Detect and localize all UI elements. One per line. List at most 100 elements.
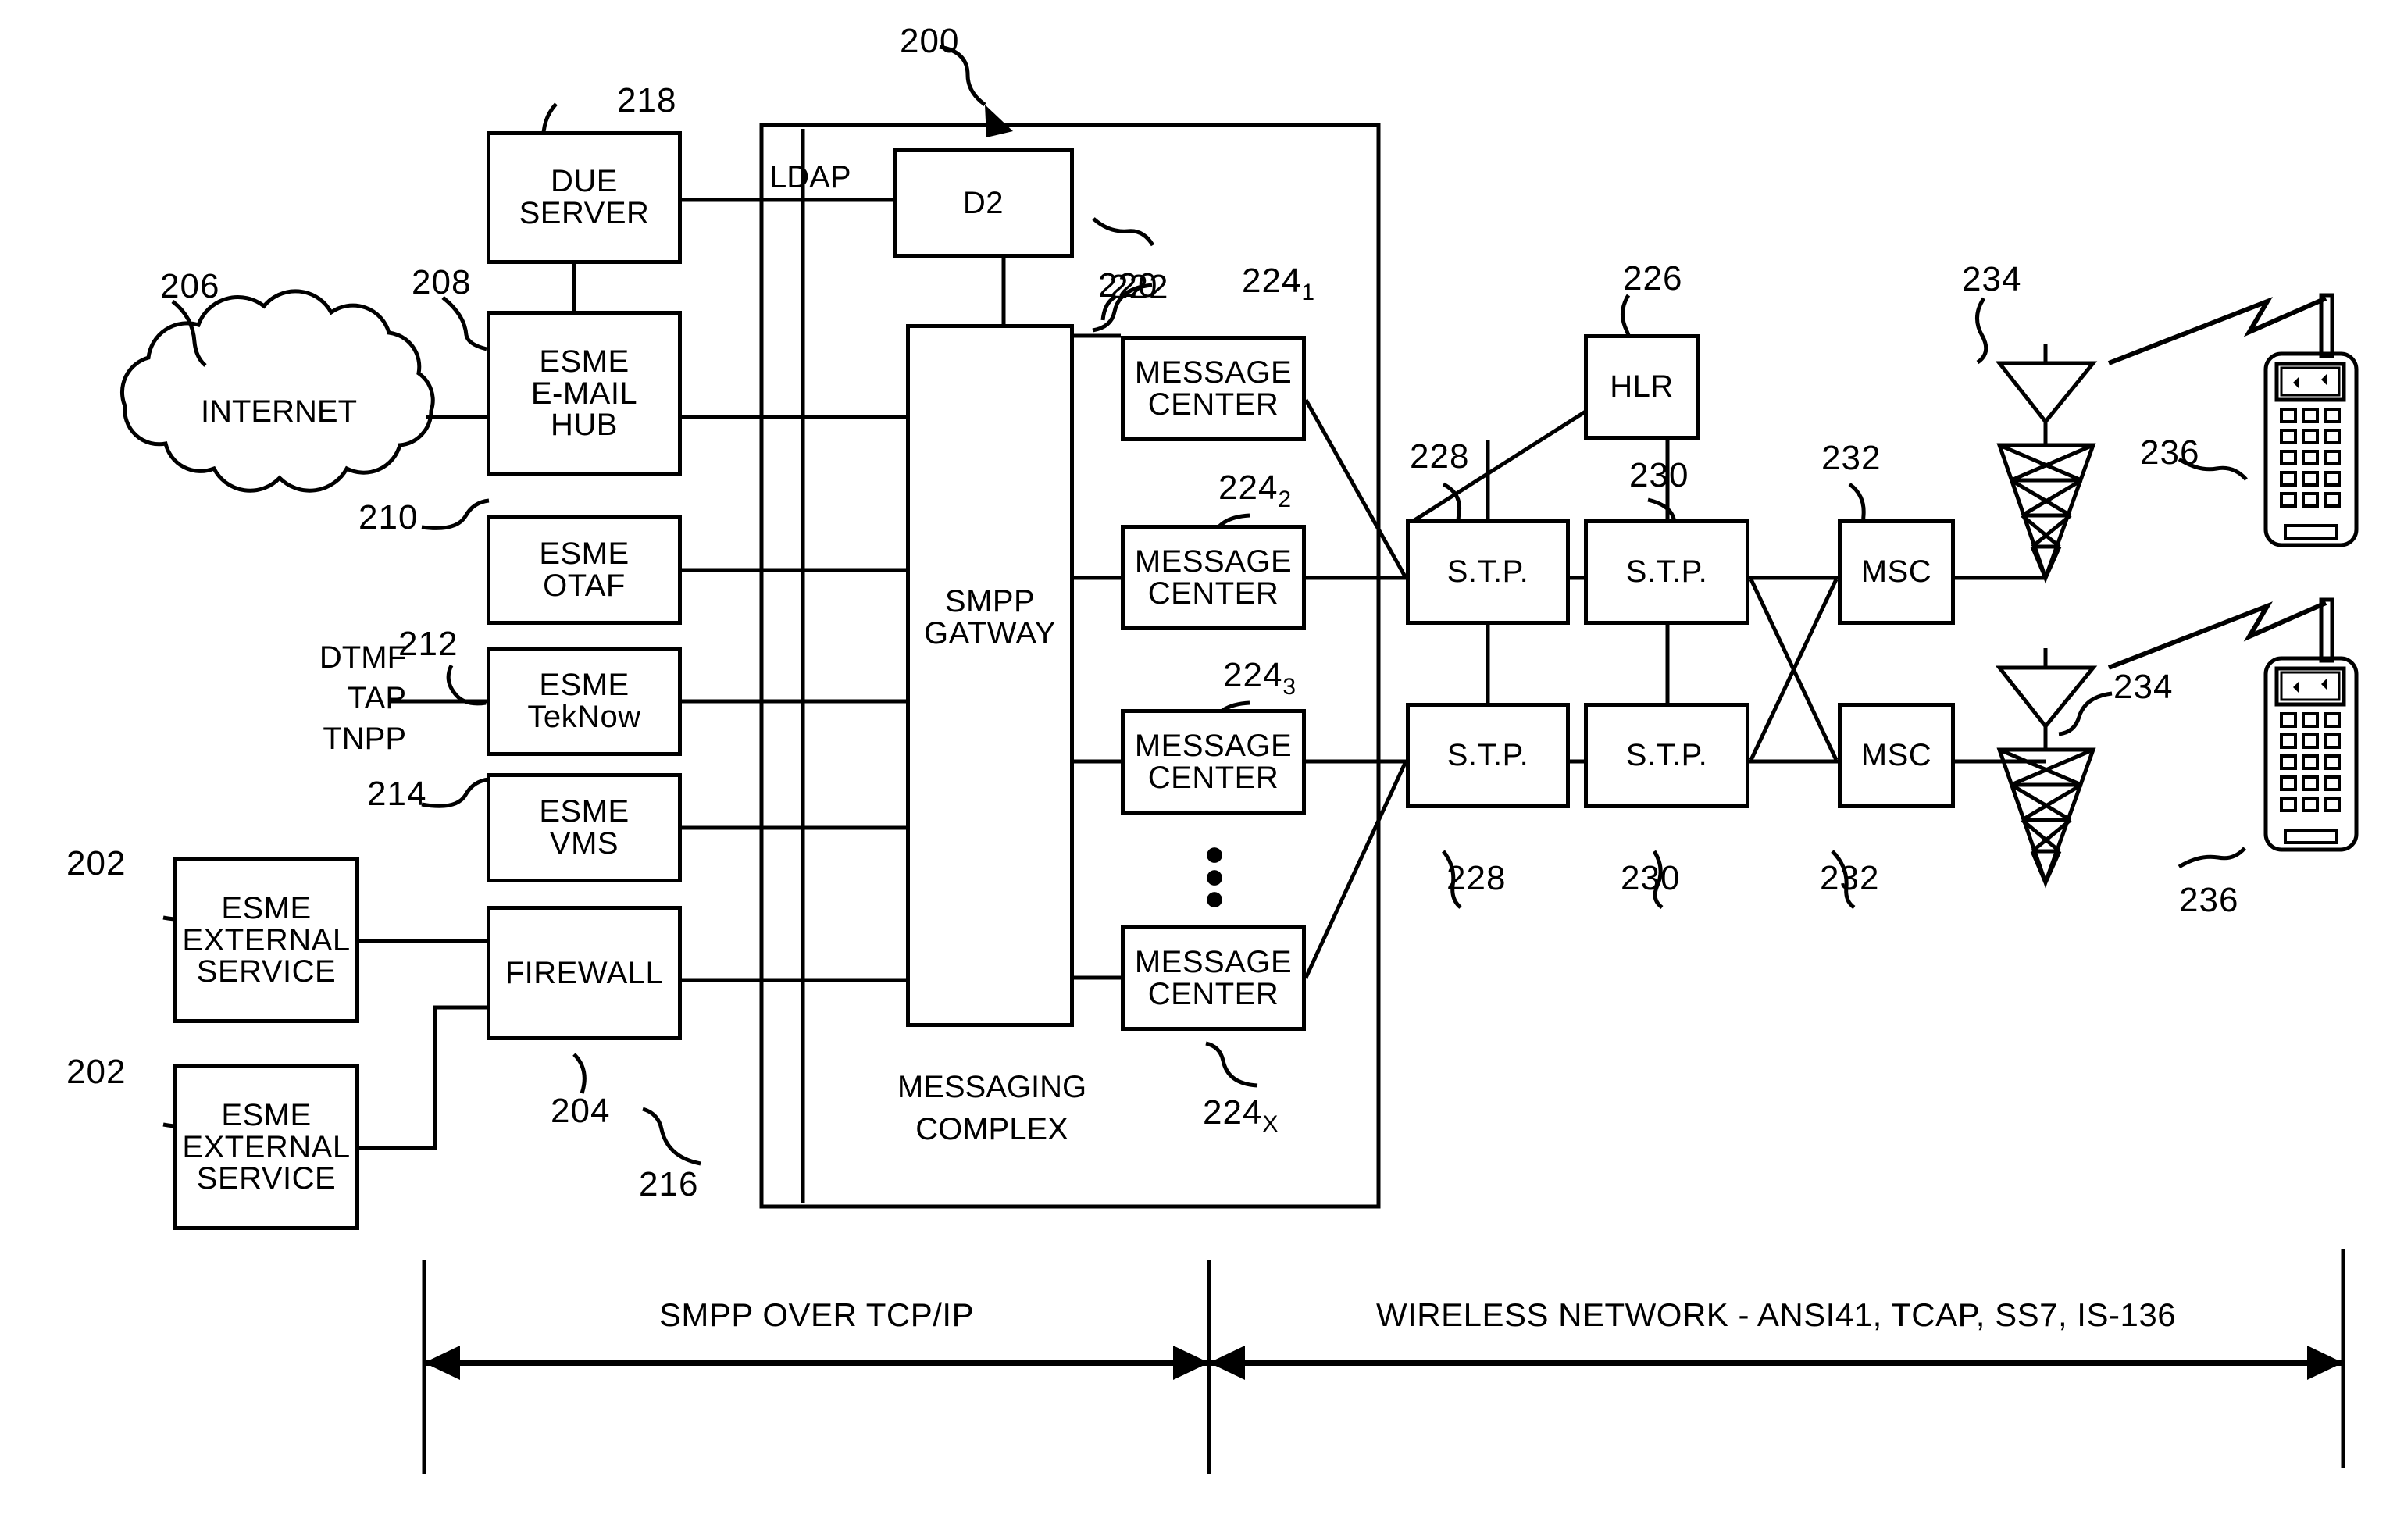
- firewall-node[interactable]: FIREWALL: [487, 906, 682, 1040]
- ref-232-top: 232: [1821, 439, 1881, 477]
- protocol-legend-lines: [422, 1249, 2345, 1474]
- smpp-gateway-label-1: SMPP: [944, 584, 1036, 618]
- ref-222: 222: [1109, 268, 1169, 306]
- esme-ext-2-label-3: SERVICE: [196, 1161, 337, 1196]
- messaging-complex-label-2: COMPLEX: [915, 1112, 1068, 1146]
- ref-202-a: 202: [66, 844, 127, 882]
- msc-top-label: MSC: [1860, 554, 1932, 590]
- d2-node[interactable]: D2: [893, 148, 1074, 258]
- legend-wireless-network: WIRELESS NETWORK - ANSI41, TCAP, SS7, IS…: [1375, 1296, 2177, 1333]
- ref-232-bottom: 232: [1820, 859, 1880, 897]
- handset-top-mic: [2284, 524, 2338, 540]
- due-server-label-2: SERVER: [519, 196, 650, 230]
- esme-otaf-label-1: ESME: [539, 537, 630, 572]
- esme-otaf-node[interactable]: ESME OTAF: [487, 515, 682, 625]
- ref-236-top: 236: [2140, 433, 2200, 472]
- stp-228-top-label: S.T.P.: [1446, 554, 1529, 590]
- legend-smpp-over-tcpip: SMPP OVER TCP/IP: [658, 1296, 975, 1333]
- ref-224-2: 2242: [1218, 469, 1292, 512]
- stp-230-top-node[interactable]: S.T.P.: [1584, 519, 1749, 625]
- esme-email-hub-label-1: ESME: [539, 344, 630, 379]
- message-center-2-label-2: CENTER: [1147, 576, 1279, 611]
- due-server-node[interactable]: DUE SERVER: [487, 131, 682, 264]
- handset-top-keypad: [2280, 408, 2341, 508]
- esme-vms-node[interactable]: ESME VMS: [487, 773, 682, 882]
- message-center-x-node[interactable]: MESSAGE CENTER: [1121, 925, 1306, 1031]
- ref-226: 226: [1623, 259, 1683, 298]
- hlr-node[interactable]: HLR: [1584, 334, 1700, 440]
- link-mc1-stp-diag: [1304, 398, 1408, 579]
- ref-214: 214: [367, 775, 427, 813]
- msc-bottom-node[interactable]: MSC: [1838, 703, 1955, 808]
- ref-218: 218: [617, 81, 677, 119]
- ref-206: 206: [160, 267, 220, 305]
- ref-224-x-base: 224: [1203, 1093, 1263, 1132]
- ref-224-3: 2243: [1223, 656, 1297, 700]
- esme-teknow-node[interactable]: ESME TekNow: [487, 647, 682, 756]
- dtmf-label: DTMF: [319, 640, 406, 675]
- handset-top-antenna: [2319, 293, 2334, 358]
- handset-top-screen-inner: [2280, 366, 2341, 397]
- firewall-label: FIREWALL: [505, 955, 664, 990]
- stp-228-bottom-label: S.T.P.: [1446, 738, 1529, 773]
- ref-224-2-base: 224: [1218, 469, 1279, 507]
- esme-vms-label-1: ESME: [539, 794, 630, 829]
- internet-cloud-shape: [119, 289, 435, 493]
- ldap-label: LDAP: [769, 160, 851, 194]
- message-center-x-label-2: CENTER: [1147, 976, 1279, 1011]
- hlr-label: HLR: [1610, 369, 1674, 405]
- smpp-gateway-label-2: GATWAY: [924, 615, 1056, 651]
- patent-figure: DUE SERVER D2 ESME E-MAIL HUB ESME OTAF …: [0, 0, 2404, 1540]
- message-center-1-label-2: CENTER: [1147, 387, 1279, 422]
- message-center-2-node[interactable]: MESSAGE CENTER: [1121, 525, 1306, 630]
- ref-228-top: 228: [1410, 437, 1470, 476]
- esme-ext-1-label-1: ESME: [221, 890, 312, 925]
- message-center-3-node[interactable]: MESSAGE CENTER: [1121, 709, 1306, 815]
- ref-224-2-sub: 2: [1278, 487, 1293, 512]
- tower-top-antenna: [1995, 361, 2098, 426]
- d2-label: D2: [962, 185, 1004, 220]
- smpp-gateway-node[interactable]: SMPP GATWAY: [906, 324, 1074, 1027]
- msc-top-node[interactable]: MSC: [1838, 519, 1955, 625]
- handset-bottom-keypad: [2280, 712, 2341, 812]
- esme-email-hub-label-2: E-MAIL: [530, 376, 638, 411]
- ref-236-bottom: 236: [2179, 881, 2239, 919]
- ref-216: 216: [639, 1165, 699, 1203]
- tap-label: TAP: [348, 681, 406, 715]
- message-center-1-node[interactable]: MESSAGE CENTER: [1121, 336, 1306, 441]
- link-ext2-firewall: [359, 1005, 487, 1150]
- stp-230-top-label: S.T.P.: [1625, 554, 1708, 590]
- msc-bottom-label: MSC: [1860, 738, 1932, 773]
- esme-external-service-2-node[interactable]: ESME EXTERNAL SERVICE: [173, 1064, 359, 1230]
- ref-208: 208: [412, 263, 472, 301]
- system-ref-arrow: [985, 105, 1013, 137]
- ref-224-1-base: 224: [1242, 262, 1302, 300]
- esme-email-hub-node[interactable]: ESME E-MAIL HUB: [487, 311, 682, 476]
- handset-bottom-screen-inner: [2280, 671, 2341, 701]
- esme-ext-1-label-3: SERVICE: [196, 954, 337, 989]
- stp-230-bottom-node[interactable]: S.T.P.: [1584, 703, 1749, 808]
- esme-ext-2-label-2: EXTERNAL: [182, 1129, 351, 1164]
- internet-label: INTERNET: [201, 394, 357, 429]
- ref-224-1-sub: 1: [1301, 280, 1316, 305]
- ref-224-x: 224X: [1203, 1093, 1279, 1137]
- message-center-2-label-1: MESSAGE: [1134, 544, 1293, 579]
- ref-200: 200: [900, 22, 960, 60]
- stp-228-bottom-node[interactable]: S.T.P.: [1406, 703, 1570, 808]
- ref-228-bottom: 228: [1446, 859, 1507, 897]
- message-center-3-label-1: MESSAGE: [1134, 728, 1293, 763]
- ref-204: 204: [551, 1092, 611, 1130]
- ref-224-3-base: 224: [1223, 656, 1283, 694]
- messaging-complex-label-1: MESSAGING: [897, 1070, 1087, 1104]
- ref-234-bottom: 234: [2113, 668, 2174, 706]
- esme-teknow-label-1: ESME: [539, 668, 630, 703]
- ref-230-top: 230: [1629, 456, 1689, 494]
- esme-ext-2-label-1: ESME: [221, 1097, 312, 1132]
- esme-external-service-1-node[interactable]: ESME EXTERNAL SERVICE: [173, 857, 359, 1023]
- stp-228-top-node[interactable]: S.T.P.: [1406, 519, 1570, 625]
- message-center-x-label-1: MESSAGE: [1134, 944, 1293, 979]
- message-center-ellipsis: ● ● ●: [1204, 832, 1225, 918]
- ref-224-1: 2241: [1242, 262, 1315, 305]
- esme-vms-label-2: VMS: [549, 826, 619, 861]
- link-mcx-stp-diag: [1304, 760, 1408, 979]
